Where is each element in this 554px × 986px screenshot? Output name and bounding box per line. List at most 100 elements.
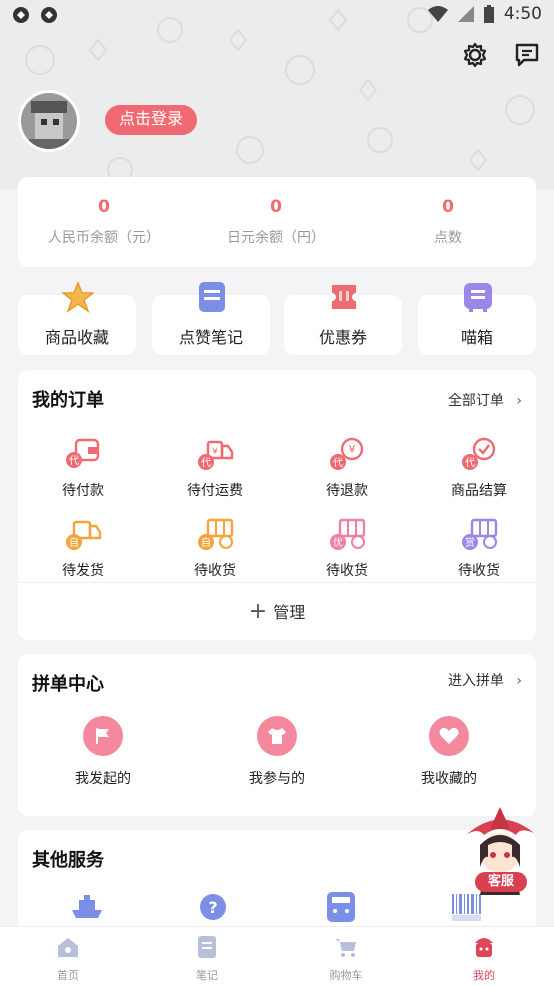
shortcut-label: 点赞笔记 xyxy=(178,328,243,347)
flag-icon xyxy=(83,716,123,756)
note-icon xyxy=(199,282,225,312)
ship-icon[interactable] xyxy=(70,892,104,922)
shortcut-liked-notes[interactable]: 点赞笔记 xyxy=(152,282,270,355)
orders-card: 我的订单 全部订单 › 代 待付款 ¥ 代 待付运费 ¥ 代 待退款 代 商品结算 … xyxy=(18,370,536,640)
tab-mine[interactable]: 我的 xyxy=(444,935,524,983)
signal-icon xyxy=(457,6,474,22)
status-time: 4:50 xyxy=(503,4,542,24)
all-orders-label: 全部订单 xyxy=(447,393,504,409)
tab-label: 笔记 xyxy=(196,969,218,982)
battery-icon xyxy=(483,5,494,23)
group-favorited[interactable]: 我收藏的 xyxy=(394,716,504,788)
check-circle-icon: 代 xyxy=(462,437,496,470)
wifi-icon xyxy=(427,6,448,22)
truck-clock-icon: 赏 xyxy=(462,518,498,550)
order-label: 待退款 xyxy=(326,483,368,499)
tab-label: 首页 xyxy=(57,969,79,982)
manage-button[interactable]: + 管理 xyxy=(18,582,536,640)
order-label: 待发货 xyxy=(62,563,104,579)
jpy-balance[interactable]: 0 日元余额（円） xyxy=(190,197,362,247)
order-badge: 自 xyxy=(69,536,79,549)
tab-notes[interactable]: 笔记 xyxy=(167,935,247,983)
orders-title: 我的订单 xyxy=(32,390,104,411)
tab-home[interactable]: 首页 xyxy=(28,935,108,983)
order-pending-payment[interactable]: 代 待付款 xyxy=(28,436,138,500)
jpy-balance-value: 0 xyxy=(270,197,282,217)
order-label: 待收货 xyxy=(458,563,500,579)
points-label: 点数 xyxy=(434,230,462,246)
shortcut-label: 优惠券 xyxy=(318,328,367,347)
barcode-icon[interactable] xyxy=(450,892,484,922)
help-icon[interactable]: ? xyxy=(196,892,230,922)
plus-icon: + xyxy=(248,599,268,624)
order-label: 待付运费 xyxy=(187,483,243,499)
app-notification-icon xyxy=(41,7,57,23)
order-to-receive-prize[interactable]: 赏 待收货 xyxy=(424,516,534,580)
group-item-label: 我参与的 xyxy=(249,771,305,787)
group-joined[interactable]: 我参与的 xyxy=(222,716,332,788)
shortcut-label: 喵箱 xyxy=(460,328,493,347)
points-value: 0 xyxy=(442,197,454,217)
group-item-label: 我发起的 xyxy=(75,771,131,787)
customer-service-label[interactable]: 客服 xyxy=(475,872,527,892)
order-badge: 代 xyxy=(333,457,343,469)
order-badge: 赏 xyxy=(465,537,475,549)
avatar[interactable] xyxy=(18,90,80,152)
calculator-icon[interactable] xyxy=(324,892,358,922)
order-to-receive-preferred[interactable]: 优 待收货 xyxy=(292,516,402,580)
rmb-balance[interactable]: 0 人民币余额（元） xyxy=(18,197,190,247)
heart-icon xyxy=(429,716,469,756)
truck-icon: 自 xyxy=(66,520,102,550)
truck-yen-icon: ¥代 xyxy=(198,440,234,470)
settings-gear-icon[interactable] xyxy=(462,42,488,68)
order-label: 待收货 xyxy=(194,563,236,579)
chevron-right-icon: › xyxy=(516,393,522,409)
shortcut-label: 商品收藏 xyxy=(44,328,109,347)
svg-text:?: ? xyxy=(208,898,217,917)
all-orders-link[interactable]: 全部订单 › xyxy=(448,390,522,410)
truck-clock-icon: 优 xyxy=(330,518,366,550)
coupon-icon xyxy=(332,285,356,309)
points-balance[interactable]: 0 点数 xyxy=(362,197,534,247)
box-icon xyxy=(464,283,492,312)
app-notification-icon xyxy=(13,7,29,23)
jpy-balance-label: 日元余额（円） xyxy=(227,230,325,246)
tab-cart[interactable]: 购物车 xyxy=(306,935,386,983)
notes-icon xyxy=(198,936,216,958)
rmb-balance-value: 0 xyxy=(98,197,110,217)
rmb-balance-label: 人民币余额（元） xyxy=(48,230,160,246)
other-services-title: 其他服务 xyxy=(32,850,104,871)
shortcut-coupons[interactable]: 优惠券 xyxy=(284,285,402,355)
enter-group-buy-link[interactable]: 进入拼单 › xyxy=(448,670,522,690)
order-label: 待收货 xyxy=(326,563,368,579)
group-initiated[interactable]: 我发起的 xyxy=(48,716,158,788)
order-pending-shipping-fee[interactable]: ¥ 代 待付运费 xyxy=(160,436,270,500)
order-badge: 代 xyxy=(201,457,211,469)
svg-text:¥: ¥ xyxy=(349,443,356,456)
status-bar: 4:50 xyxy=(0,0,554,32)
avatar-image xyxy=(21,93,77,149)
group-item-label: 我收藏的 xyxy=(421,771,477,787)
login-button[interactable]: 点击登录 xyxy=(105,105,198,135)
wallet-icon: 代 xyxy=(66,438,100,468)
chevron-right-icon: › xyxy=(516,673,522,689)
tab-label: 我的 xyxy=(473,969,495,982)
order-badge: 代 xyxy=(69,455,79,467)
shortcut-meow-box[interactable]: 喵箱 xyxy=(418,283,536,355)
order-to-receive-self[interactable]: 自 待收货 xyxy=(160,516,270,580)
shirt-icon xyxy=(257,716,297,756)
order-to-ship[interactable]: 自 待发货 xyxy=(28,516,138,580)
shortcut-favorites[interactable]: 商品收藏 xyxy=(18,281,136,355)
balance-card: 0 人民币余额（元） 0 日元余额（円） 0 点数 xyxy=(18,177,536,267)
order-pending-refund[interactable]: ¥ 代 待退款 xyxy=(292,436,402,500)
order-badge: 自 xyxy=(201,536,211,549)
order-settlement[interactable]: 代 商品结算 xyxy=(424,436,534,500)
cart-icon xyxy=(335,939,356,957)
bottom-tab-bar: 首页 笔记 购物车 我的 xyxy=(0,926,554,986)
order-badge: 代 xyxy=(465,457,475,469)
tab-label: 购物车 xyxy=(329,969,363,982)
message-icon[interactable] xyxy=(514,42,540,68)
truck-clock-icon: 自 xyxy=(198,518,234,550)
star-icon xyxy=(62,281,94,313)
svg-text:¥: ¥ xyxy=(212,447,218,457)
